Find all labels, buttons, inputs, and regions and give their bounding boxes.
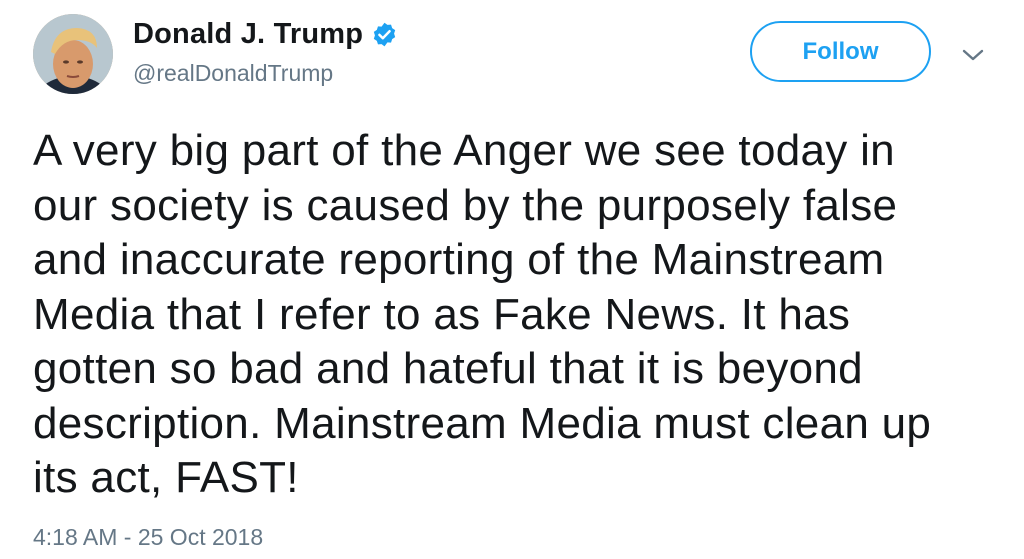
avatar-image: [33, 14, 113, 94]
avatar[interactable]: [33, 14, 113, 94]
chevron-down-icon: [962, 49, 984, 61]
tweet-timestamp[interactable]: 4:18 AM - 25 Oct 2018: [33, 524, 263, 551]
more-menu-button[interactable]: [958, 40, 988, 70]
tweet-card: Donald J. Trump @realDonaldTrump Follow …: [0, 0, 1024, 559]
verified-badge-icon: [371, 21, 398, 48]
author-name-row: Donald J. Trump: [133, 18, 398, 51]
tweet-text: A very big part of the Anger we see toda…: [33, 126, 932, 502]
author-handle[interactable]: @realDonaldTrump: [133, 60, 333, 87]
follow-button[interactable]: Follow: [750, 21, 931, 82]
display-name[interactable]: Donald J. Trump: [133, 18, 363, 51]
